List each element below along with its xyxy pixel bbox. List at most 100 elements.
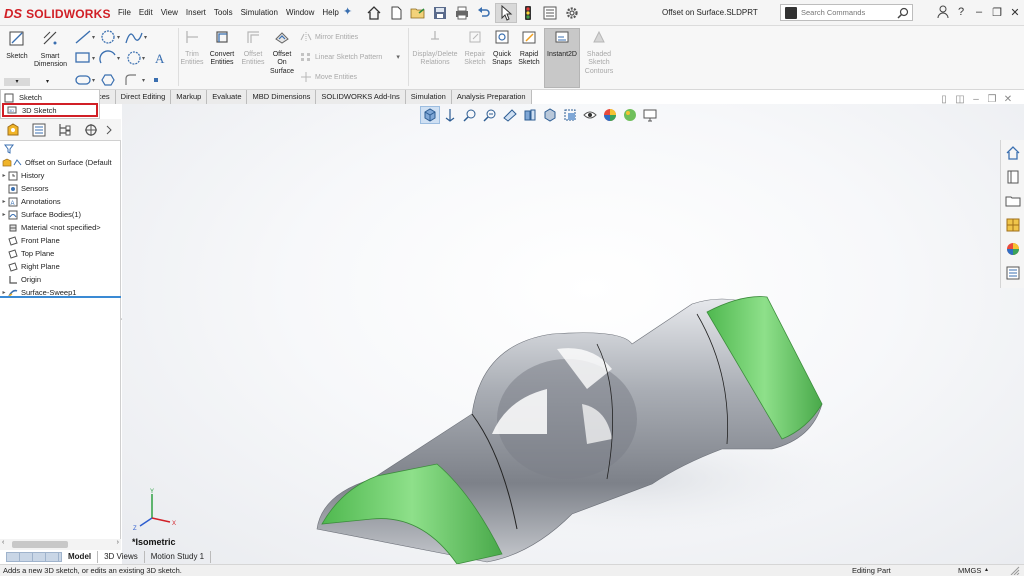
next-tab-icon[interactable] <box>33 553 46 561</box>
expand-arrow-icon[interactable]: ▸ <box>0 289 8 296</box>
tree-item[interactable]: Material <not specified> <box>0 221 121 234</box>
surface-sweep-model[interactable] <box>302 194 862 564</box>
solidworks-resources-icon[interactable] <box>1002 142 1024 164</box>
tree-item[interactable]: Front Plane <box>0 234 121 247</box>
tab-3d-views[interactable]: 3D Views <box>98 551 145 563</box>
search-commands[interactable] <box>780 4 913 21</box>
view-palette-icon[interactable] <box>1002 214 1024 236</box>
tab-model[interactable]: Model <box>62 551 99 563</box>
design-library-icon[interactable] <box>1002 166 1024 188</box>
edit-appearance-icon[interactable] <box>600 106 620 124</box>
viewport-minimize-icon[interactable]: – <box>968 94 984 108</box>
restore-button[interactable]: ❐ <box>988 4 1006 20</box>
feature-manager-tab-icon[interactable] <box>0 120 26 140</box>
traffic-light-icon[interactable] <box>517 3 539 23</box>
tab-direct-editing[interactable]: Direct Editing <box>115 90 172 104</box>
section-view-icon[interactable] <box>500 106 520 124</box>
scroll-right-arrow[interactable]: › <box>117 539 119 546</box>
minimize-button[interactable]: – <box>970 4 988 20</box>
configuration-manager-tab-icon[interactable] <box>52 120 78 140</box>
hide-show-items-icon[interactable] <box>580 106 600 124</box>
tree-root-part[interactable]: Offset on Surface (Default <box>0 156 121 169</box>
close-button[interactable]: ✕ <box>1006 4 1024 20</box>
menu-edit[interactable]: Edit <box>139 8 153 17</box>
panel-tabs-more-icon[interactable] <box>104 120 114 140</box>
tab-simulation[interactable]: Simulation <box>405 90 452 104</box>
move-entities-button[interactable]: Move Entities <box>300 72 357 82</box>
circle-icon[interactable] <box>101 30 115 44</box>
scroll-left-arrow[interactable]: ‹ <box>2 539 4 546</box>
resize-grip-icon[interactable] <box>1010 566 1020 575</box>
graphics-area[interactable]: ▯ ◫ – ❐ ✕ Y X Z *Isometric <box>122 94 1024 564</box>
prev-tab-icon[interactable] <box>20 553 33 561</box>
zoom-area-icon[interactable] <box>460 106 480 124</box>
offset-entities-button[interactable]: Offset Entities <box>238 29 268 68</box>
print-icon[interactable] <box>451 3 473 23</box>
tree-item[interactable]: Sensors <box>0 182 121 195</box>
trim-entities-button[interactable]: Trim Entities <box>178 29 206 68</box>
dimxpert-tab-icon[interactable] <box>78 120 104 140</box>
smart-dimension-button[interactable]: Smart Dimension <box>34 29 67 70</box>
repair-sketch-button[interactable]: Repair Sketch <box>462 29 488 68</box>
first-tab-icon[interactable] <box>7 553 20 561</box>
scroll-thumb[interactable] <box>12 541 68 548</box>
convert-entities-button[interactable]: Convert Entities <box>206 29 238 68</box>
polygon-icon[interactable] <box>127 51 141 65</box>
menu-view[interactable]: View <box>161 8 178 17</box>
tab-mbd-dimensions[interactable]: MBD Dimensions <box>247 90 317 104</box>
polygon-hex-icon[interactable] <box>101 74 115 86</box>
instant2d-button[interactable]: Instant2D <box>544 28 580 88</box>
viewport-split-icon[interactable]: ▯ <box>936 94 952 108</box>
menu-insert[interactable]: Insert <box>186 8 206 17</box>
expand-arrow-icon[interactable]: ▸ <box>0 198 8 205</box>
save-icon[interactable] <box>429 3 451 23</box>
tree-item[interactable]: ▸ History <box>0 169 121 182</box>
expand-arrow-icon[interactable]: ▸ <box>0 211 8 218</box>
offset-on-surface-button[interactable]: Offset On Surface <box>268 29 296 76</box>
view-settings-icon[interactable] <box>640 106 660 124</box>
custom-properties-icon[interactable] <box>1002 262 1024 284</box>
pattern-dropdown-arrow[interactable]: ▾ <box>396 53 400 61</box>
line-icon[interactable] <box>75 30 91 44</box>
apply-scene-icon[interactable] <box>620 106 640 124</box>
filter-icon[interactable] <box>4 144 14 156</box>
tab-evaluate[interactable]: Evaluate <box>207 90 248 104</box>
menu-window[interactable]: Window <box>286 8 314 17</box>
viewport-tile-icon[interactable]: ◫ <box>952 94 968 108</box>
undo-icon[interactable] <box>473 3 495 23</box>
spline-icon[interactable] <box>125 32 143 44</box>
viewport-close-icon[interactable]: ✕ <box>1000 94 1016 108</box>
slot-icon[interactable] <box>75 75 91 85</box>
tree-item[interactable]: ▸ Surface Bodies(1) <box>0 208 121 221</box>
linear-sketch-pattern-button[interactable]: Linear Sketch Pattern ▾ <box>300 52 400 62</box>
last-tab-icon[interactable] <box>46 553 59 561</box>
search-icon[interactable] <box>896 6 910 20</box>
sketch-dropdown-arrow[interactable]: ▾ <box>4 78 30 86</box>
solidworks-logo[interactable]: DS SOLIDWORKS <box>4 6 111 21</box>
tab-motion-study-1[interactable]: Motion Study 1 <box>145 551 212 563</box>
tab-analysis-preparation[interactable]: Analysis Preparation <box>451 90 532 104</box>
property-manager-tab-icon[interactable] <box>26 120 52 140</box>
units-dropdown-arrow[interactable]: ▴ <box>985 566 988 573</box>
rectangle-icon[interactable] <box>75 52 90 63</box>
quick-snaps-button[interactable]: Quick Snaps <box>490 29 514 68</box>
menu-tools[interactable]: Tools <box>214 8 233 17</box>
menu-help[interactable]: Help <box>322 8 338 17</box>
point-icon[interactable] <box>154 78 158 82</box>
text-tool-icon[interactable]: A <box>155 51 165 66</box>
tab-features[interactable]: ces <box>98 90 116 104</box>
tab-markup[interactable]: Markup <box>171 90 208 104</box>
tree-item[interactable]: Right Plane <box>0 260 121 273</box>
smart-dimension-dropdown-arrow[interactable]: ▾ <box>46 78 49 85</box>
view-orientation-icon[interactable] <box>420 106 440 124</box>
sketch-button[interactable]: Sketch <box>4 29 30 61</box>
units-selector[interactable]: MMGS <box>958 566 981 575</box>
view-type-icon[interactable] <box>540 106 560 124</box>
open-folder-icon[interactable] <box>407 3 429 23</box>
viewport-restore-icon[interactable]: ❐ <box>984 94 1000 108</box>
rapid-sketch-button[interactable]: Rapid Sketch <box>516 29 542 68</box>
help-button[interactable]: ? <box>952 4 970 20</box>
display-delete-relations-button[interactable]: Display/Delete Relations <box>410 29 460 68</box>
menu-file[interactable]: File <box>118 8 131 17</box>
file-explorer-icon[interactable] <box>1002 190 1024 212</box>
